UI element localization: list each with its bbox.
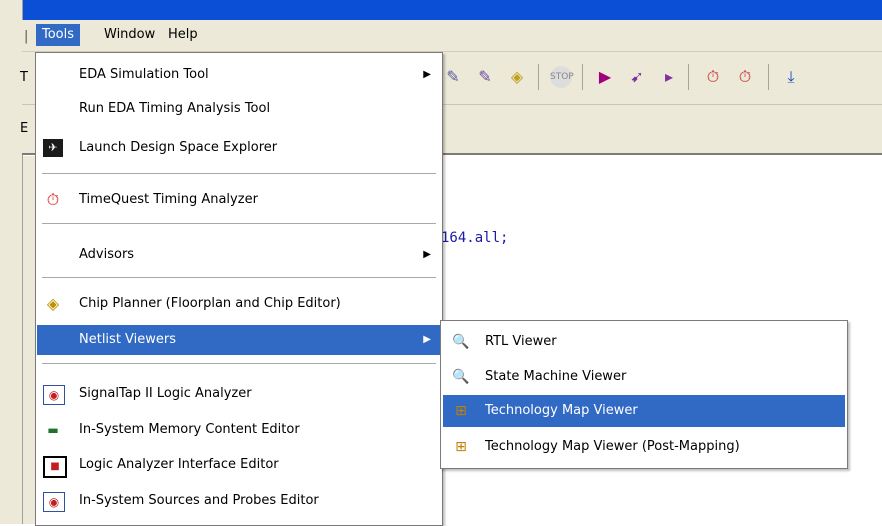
- menu-item-signaltap[interactable]: ◉ SignalTap II Logic Analyzer: [37, 379, 441, 409]
- menu-item-label: Launch Design Space Explorer: [79, 140, 278, 155]
- rtl-viewer-icon: 🔍: [452, 334, 470, 350]
- submenu-item-label: Technology Map Viewer: [485, 403, 638, 418]
- menubar-divider: |: [24, 29, 29, 44]
- start-analysis-icon[interactable]: ➹: [626, 66, 648, 88]
- memory-icon: ▬: [47, 423, 59, 437]
- menu-item-advisors[interactable]: Advisors ▶: [37, 240, 441, 270]
- timing-start-icon[interactable]: ▸: [658, 66, 680, 88]
- menu-item-label: In-System Sources and Probes Editor: [79, 493, 319, 508]
- stop-icon[interactable]: STOP: [550, 66, 574, 88]
- menu-item-label: Logic Analyzer Interface Editor: [79, 457, 279, 472]
- netlist-viewers-submenu: 🔍 RTL Viewer 🔍 State Machine Viewer ⊞ Te…: [440, 320, 848, 469]
- toolbar-separator: [688, 64, 689, 90]
- menu-help[interactable]: Help: [162, 24, 204, 46]
- toolbar-letter: T: [20, 70, 28, 85]
- toolbar-separator: [538, 64, 539, 90]
- menu-item-label: Chip Planner (Floorplan and Chip Editor): [79, 296, 341, 311]
- fitter-icon[interactable]: ◈: [506, 66, 528, 88]
- menu-tools[interactable]: Tools: [36, 24, 81, 46]
- menu-separator: [42, 223, 436, 224]
- compile-icon[interactable]: ✎: [442, 66, 464, 88]
- menu-item-label: TimeQuest Timing Analyzer: [79, 192, 258, 207]
- dse-icon: ✈: [43, 139, 63, 157]
- menu-separator: [42, 363, 436, 364]
- submenu-item-label: RTL Viewer: [485, 334, 557, 349]
- start-icon[interactable]: ▶: [594, 66, 616, 88]
- submenu-item-technology-map-viewer[interactable]: ⊞ Technology Map Viewer: [443, 395, 845, 427]
- menu-item-label: Run EDA Timing Analysis Tool: [79, 101, 271, 116]
- submenu-item-technology-map-viewer-post-mapping[interactable]: ⊞ Technology Map Viewer (Post-Mapping): [443, 431, 845, 463]
- menu-item-label: In-System Memory Content Editor: [79, 422, 300, 437]
- submenu-arrow-icon: ▶: [423, 334, 431, 345]
- state-machine-icon: 🔍: [452, 369, 470, 385]
- submenu-arrow-icon: ▶: [423, 249, 431, 260]
- stopwatch-icon: ⏱: [46, 190, 60, 209]
- sources-probes-icon: ◉: [43, 492, 65, 512]
- menu-bar: | Tools Window Help: [22, 20, 882, 52]
- tab-letter: E: [20, 121, 29, 136]
- timing-icon[interactable]: ⏱: [702, 66, 724, 88]
- submenu-item-label: State Machine Viewer: [485, 369, 627, 384]
- menu-item-timequest[interactable]: ⏱ TimeQuest Timing Analyzer: [37, 185, 441, 215]
- tech-map-post-icon: ⊞: [455, 439, 467, 455]
- menu-window[interactable]: Window: [98, 24, 161, 46]
- menu-item-label: EDA Simulation Tool: [79, 67, 209, 82]
- submenu-item-label: Technology Map Viewer (Post-Mapping): [485, 439, 740, 454]
- menu-item-label: SignalTap II Logic Analyzer: [79, 386, 252, 401]
- toolbar-separator: [768, 64, 769, 90]
- menu-separator: [42, 277, 436, 278]
- menu-item-design-space-explorer[interactable]: ✈ Launch Design Space Explorer: [37, 133, 441, 163]
- signaltap-icon: ◉: [43, 385, 65, 405]
- timequest-icon[interactable]: ⏱: [734, 66, 756, 88]
- submenu-arrow-icon: ▶: [423, 69, 431, 80]
- menu-separator: [42, 173, 436, 174]
- menu-item-sources-probes[interactable]: ◉ In-System Sources and Probes Editor: [37, 486, 441, 516]
- menu-item-label: Advisors: [79, 247, 135, 262]
- logic-analyzer-icon: ■: [43, 456, 67, 478]
- menu-item-chip-planner[interactable]: ◈ Chip Planner (Floorplan and Chip Edito…: [37, 289, 441, 319]
- tech-map-icon: ⊞: [455, 403, 467, 419]
- menu-item-run-eda-timing[interactable]: Run EDA Timing Analysis Tool: [37, 94, 441, 124]
- chip-planner-icon: ◈: [46, 294, 60, 313]
- menu-item-memory-editor[interactable]: ▬ In-System Memory Content Editor: [37, 415, 441, 445]
- menu-item-logic-analyzer-interface[interactable]: ■ Logic Analyzer Interface Editor: [37, 450, 441, 480]
- programmer-icon[interactable]: ⤓: [780, 66, 802, 88]
- submenu-item-state-machine-viewer[interactable]: 🔍 State Machine Viewer: [443, 361, 845, 393]
- title-bar: [0, 0, 882, 20]
- tools-menu: EDA Simulation Tool ▶ Run EDA Timing Ana…: [35, 52, 443, 526]
- toolbar-separator: [582, 64, 583, 90]
- menu-item-label: Netlist Viewers: [79, 332, 177, 347]
- code-line: 164.all;: [441, 230, 509, 246]
- menu-item-eda-simulation-tool[interactable]: EDA Simulation Tool ▶: [37, 60, 441, 90]
- analysis-icon[interactable]: ✎: [474, 66, 496, 88]
- submenu-item-rtl-viewer[interactable]: 🔍 RTL Viewer: [443, 326, 845, 358]
- menu-item-netlist-viewers[interactable]: Netlist Viewers ▶: [37, 325, 441, 355]
